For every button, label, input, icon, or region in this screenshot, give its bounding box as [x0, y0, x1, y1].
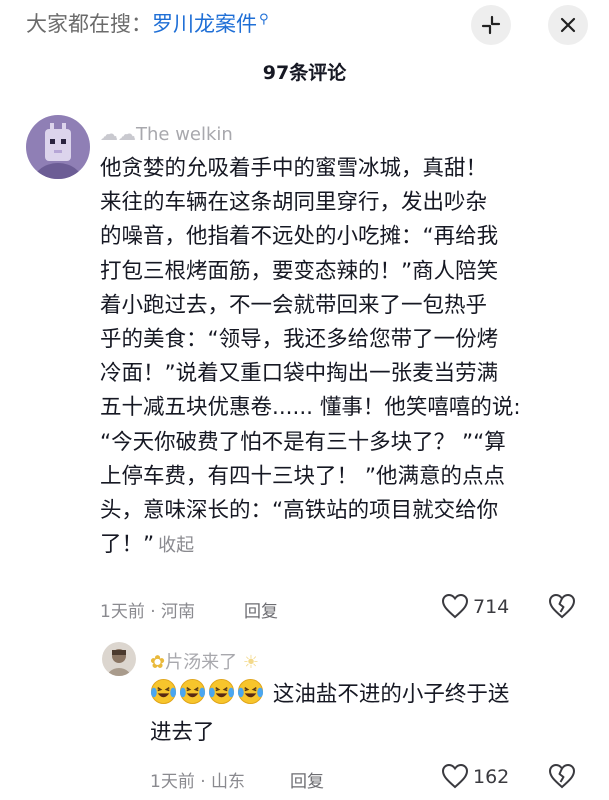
- dislike-button[interactable]: [548, 763, 576, 793]
- collapse-arrows-icon: [481, 15, 501, 35]
- crying-laughing-emoji-icon: [150, 678, 177, 705]
- comment-line: 冷面！”说着又重口袋中掏出一张麦当劳满: [100, 361, 499, 387]
- comment-line: 五十减五块优惠卷...... 懂事！他笑嘻嘻的说:: [100, 395, 521, 421]
- comment-line: 上停车费，有四十三块了！ ”他满意的点点: [100, 463, 505, 489]
- search-hint-prefix: 大家都在搜：: [26, 12, 152, 36]
- broken-heart-icon: [548, 763, 576, 789]
- close-button[interactable]: [548, 5, 588, 45]
- comment-line: 他贪婪的允吸着手中的蜜雪冰城，真甜！: [100, 156, 488, 181]
- broken-heart-icon: [548, 593, 576, 619]
- comment-line: “今天你破费了怕不是有三十多块了？ ”“算: [100, 429, 506, 455]
- comment-line: 的噪音，他指着不远处的小吃摊：“再给我: [100, 224, 499, 250]
- like-count: 162: [473, 766, 510, 788]
- comment-time-location: 1天前 · 河南: [100, 602, 196, 622]
- reply-line: 这油盐不进的小子终于送: [272, 682, 510, 707]
- avatar[interactable]: [102, 642, 136, 676]
- cloud-icon: ☁︎☁︎: [100, 124, 136, 145]
- reply-button[interactable]: 回复: [244, 597, 278, 622]
- reply-line: 进去了: [150, 720, 215, 745]
- top-bar: 大家都在搜：罗川龙案件 ⚲: [0, 0, 609, 52]
- dislike-button[interactable]: [548, 593, 576, 623]
- comment-username[interactable]: ☁︎☁︎The welkin: [100, 124, 233, 145]
- minimize-button[interactable]: [471, 5, 511, 45]
- avatar-image: [26, 115, 90, 179]
- comment-line: 来往的车辆在这条胡同里穿行，发出吵杂: [100, 190, 488, 216]
- reply-time-location: 1天前 · 山东: [150, 772, 246, 792]
- comment-count-title: 97条评论: [262, 62, 347, 84]
- like-count: 714: [473, 596, 510, 618]
- emoji-group: [150, 678, 273, 707]
- comment-text: 他贪婪的允吸着手中的蜜雪冰城，真甜！ 来往的车辆在这条胡同里穿行，发出吵杂 的噪…: [100, 152, 598, 562]
- comment-line: 打包三根烤面筋，要变态辣的！”商人陪笑: [100, 258, 499, 284]
- like-button[interactable]: 162: [441, 763, 509, 789]
- reply-button[interactable]: 回复: [290, 767, 324, 792]
- comment-line: 了！”: [100, 532, 155, 558]
- avatar[interactable]: [26, 115, 90, 179]
- reply-text: 这油盐不进的小子终于送 进去了: [150, 676, 590, 752]
- comment-line: 头，意味深长的：“高铁站的项目就交给你: [100, 497, 499, 523]
- collapse-link[interactable]: 收起: [158, 535, 194, 556]
- close-icon: [560, 17, 576, 33]
- trending-search-hint[interactable]: 大家都在搜：罗川龙案件 ⚲: [26, 8, 269, 38]
- search-hint-keyword[interactable]: 罗川龙案件: [152, 12, 257, 36]
- sun-icon: ☀: [237, 652, 259, 673]
- crying-laughing-emoji-icon: [237, 678, 264, 705]
- like-button[interactable]: 714: [441, 593, 509, 619]
- heart-outline-icon: [441, 593, 469, 619]
- sunflower-icon: ✿: [150, 652, 166, 673]
- comment-line: 乎的美食：“领导，我还多给您带了一份烤: [100, 326, 499, 352]
- heart-outline-icon: [441, 763, 469, 789]
- comment-username[interactable]: ✿片汤来了 ☀: [150, 648, 259, 674]
- comment-line: 着小跑过去，不一会就带回来了一包热乎: [100, 292, 488, 318]
- avatar-image: [102, 642, 136, 676]
- search-icon: ⚲: [259, 12, 269, 27]
- crying-laughing-emoji-icon: [179, 678, 206, 705]
- crying-laughing-emoji-icon: [208, 678, 235, 705]
